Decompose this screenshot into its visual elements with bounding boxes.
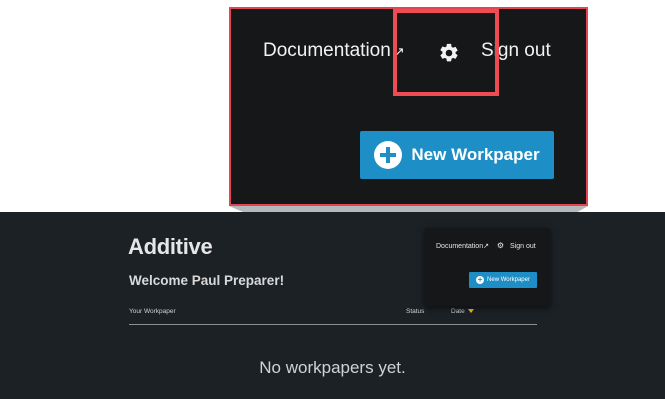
documentation-link[interactable]: Documentation ↗ xyxy=(263,40,405,62)
sort-desc-icon[interactable] xyxy=(467,309,474,314)
mini-documentation-label: Documentation xyxy=(436,243,484,250)
plus-circle-icon xyxy=(374,141,403,169)
mini-header-panel: Documentation↗ ⚙ Sign out + New Workpape… xyxy=(425,228,550,306)
welcome-heading: Welcome Paul Preparer! xyxy=(129,273,285,288)
new-workpaper-button[interactable]: New Workpaper xyxy=(360,131,554,179)
new-workpaper-label: New Workpaper xyxy=(411,145,540,164)
highlight-box xyxy=(393,9,499,96)
mini-new-workpaper-button[interactable]: + New Workpaper xyxy=(469,272,537,288)
mini-documentation-link[interactable]: Documentation↗ xyxy=(436,243,489,250)
app-screen: Additive Welcome Paul Preparer! Your Wor… xyxy=(0,212,665,399)
column-your-workpaper[interactable]: Your Workpaper xyxy=(129,308,176,315)
zoomed-header-callout: Documentation ↗ Sign out New Workpaper xyxy=(229,7,588,206)
column-date[interactable]: Date xyxy=(451,308,474,315)
gear-icon[interactable]: ⚙ xyxy=(497,241,504,250)
column-date-label: Date xyxy=(451,308,465,315)
empty-state-message: No workpapers yet. xyxy=(259,358,406,377)
external-link-icon: ↗ xyxy=(483,243,489,250)
plus-circle-icon: + xyxy=(476,275,485,284)
workpaper-table-header: Your Workpaper Status Date xyxy=(129,308,537,325)
mini-new-workpaper-label: New Workpaper xyxy=(487,277,530,283)
column-status[interactable]: Status xyxy=(406,308,424,315)
app-logo[interactable]: Additive xyxy=(128,234,213,260)
documentation-label: Documentation xyxy=(263,40,391,61)
mini-nav: Documentation↗ ⚙ Sign out xyxy=(436,241,536,250)
mini-signout-link[interactable]: Sign out xyxy=(510,243,536,250)
